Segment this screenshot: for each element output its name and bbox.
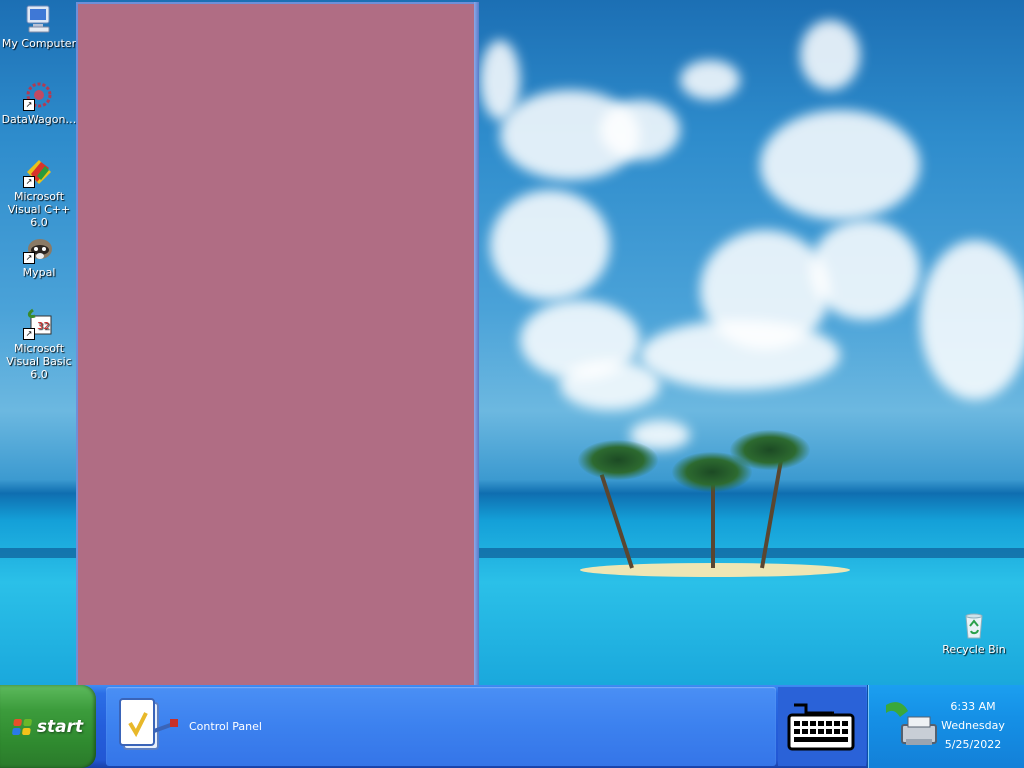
- cloud: [680, 60, 740, 100]
- cloud: [560, 360, 660, 410]
- cloud: [760, 110, 920, 220]
- cloud: [810, 220, 920, 320]
- start-button[interactable]: start: [0, 685, 96, 768]
- svg-text:32: 32: [37, 321, 50, 332]
- visual-cpp-icon: ↗: [23, 156, 55, 188]
- computer-icon: [23, 3, 55, 35]
- desktop-icon-visual-basic[interactable]: 32 ↗ Microsoft Visual Basic 6.0: [0, 308, 78, 381]
- cloud: [490, 190, 610, 300]
- desktop-icon-label: Microsoft Visual Basic 6.0: [6, 342, 72, 381]
- clock-date: 5/25/2022: [944, 738, 1002, 751]
- desktop-icon-datawagon[interactable]: ↗ DataWagon…: [0, 79, 78, 126]
- desktop-icon-mypal[interactable]: ↗ Mypal: [0, 232, 78, 279]
- shortcut-arrow-icon: ↗: [23, 252, 35, 264]
- windows-logo-icon: [11, 718, 32, 735]
- desktop-icon-label: Microsoft Visual C++ 6.0: [7, 190, 71, 229]
- shortcut-arrow-icon: ↗: [23, 328, 35, 340]
- cloud: [600, 100, 680, 160]
- desktop-icon-label: My Computer: [1, 37, 77, 50]
- taskbar-button-label: Control Panel: [189, 720, 262, 733]
- keyboard-icon: [786, 701, 856, 757]
- shortcut-arrow-icon: ↗: [23, 99, 35, 111]
- keyboard-tray-button[interactable]: [778, 687, 866, 766]
- taskbar: start Control Panel 6:33 AM Wednesday 5/…: [0, 685, 1024, 768]
- desktop-icon-label: Recycle Bin: [942, 643, 1006, 656]
- network-printer-icon[interactable]: [880, 695, 940, 759]
- recycle-bin-icon: [958, 609, 990, 641]
- palm-tree-icon: [578, 440, 658, 480]
- clock-time: 6:33 AM: [950, 700, 996, 713]
- cloud: [640, 320, 840, 390]
- visual-basic-icon: 32 ↗: [23, 308, 55, 340]
- desktop-icon-label: Mypal: [22, 266, 56, 279]
- start-label: start: [36, 716, 84, 737]
- system-tray: 6:33 AM Wednesday 5/25/2022: [867, 685, 1024, 768]
- datawagon-icon: ↗: [23, 79, 55, 111]
- desktop-icon-my-computer[interactable]: My Computer: [0, 3, 78, 50]
- blank-window[interactable]: [76, 2, 478, 685]
- control-panel-icon: [116, 693, 180, 759]
- desktop-icon-label: DataWagon…: [1, 113, 77, 126]
- clock[interactable]: 6:33 AM Wednesday 5/25/2022: [933, 697, 1013, 754]
- desktop-icon-visual-cpp[interactable]: ↗ Microsoft Visual C++ 6.0: [0, 156, 78, 229]
- mypal-raccoon-icon: ↗: [23, 232, 55, 264]
- taskbar-button-control-panel[interactable]: Control Panel: [106, 687, 776, 766]
- palm-tree-icon: [730, 430, 810, 470]
- desktop-background: My Computer ↗ DataWagon… ↗ Microsoft Vis…: [0, 0, 1024, 685]
- clock-day: Wednesday: [941, 719, 1005, 732]
- window-border: [474, 2, 479, 685]
- desktop-icon-recycle-bin[interactable]: Recycle Bin: [935, 609, 1013, 656]
- cloud: [800, 20, 860, 90]
- cloud: [920, 240, 1024, 400]
- island: [580, 563, 850, 577]
- cloud: [480, 40, 520, 120]
- shortcut-arrow-icon: ↗: [23, 176, 35, 188]
